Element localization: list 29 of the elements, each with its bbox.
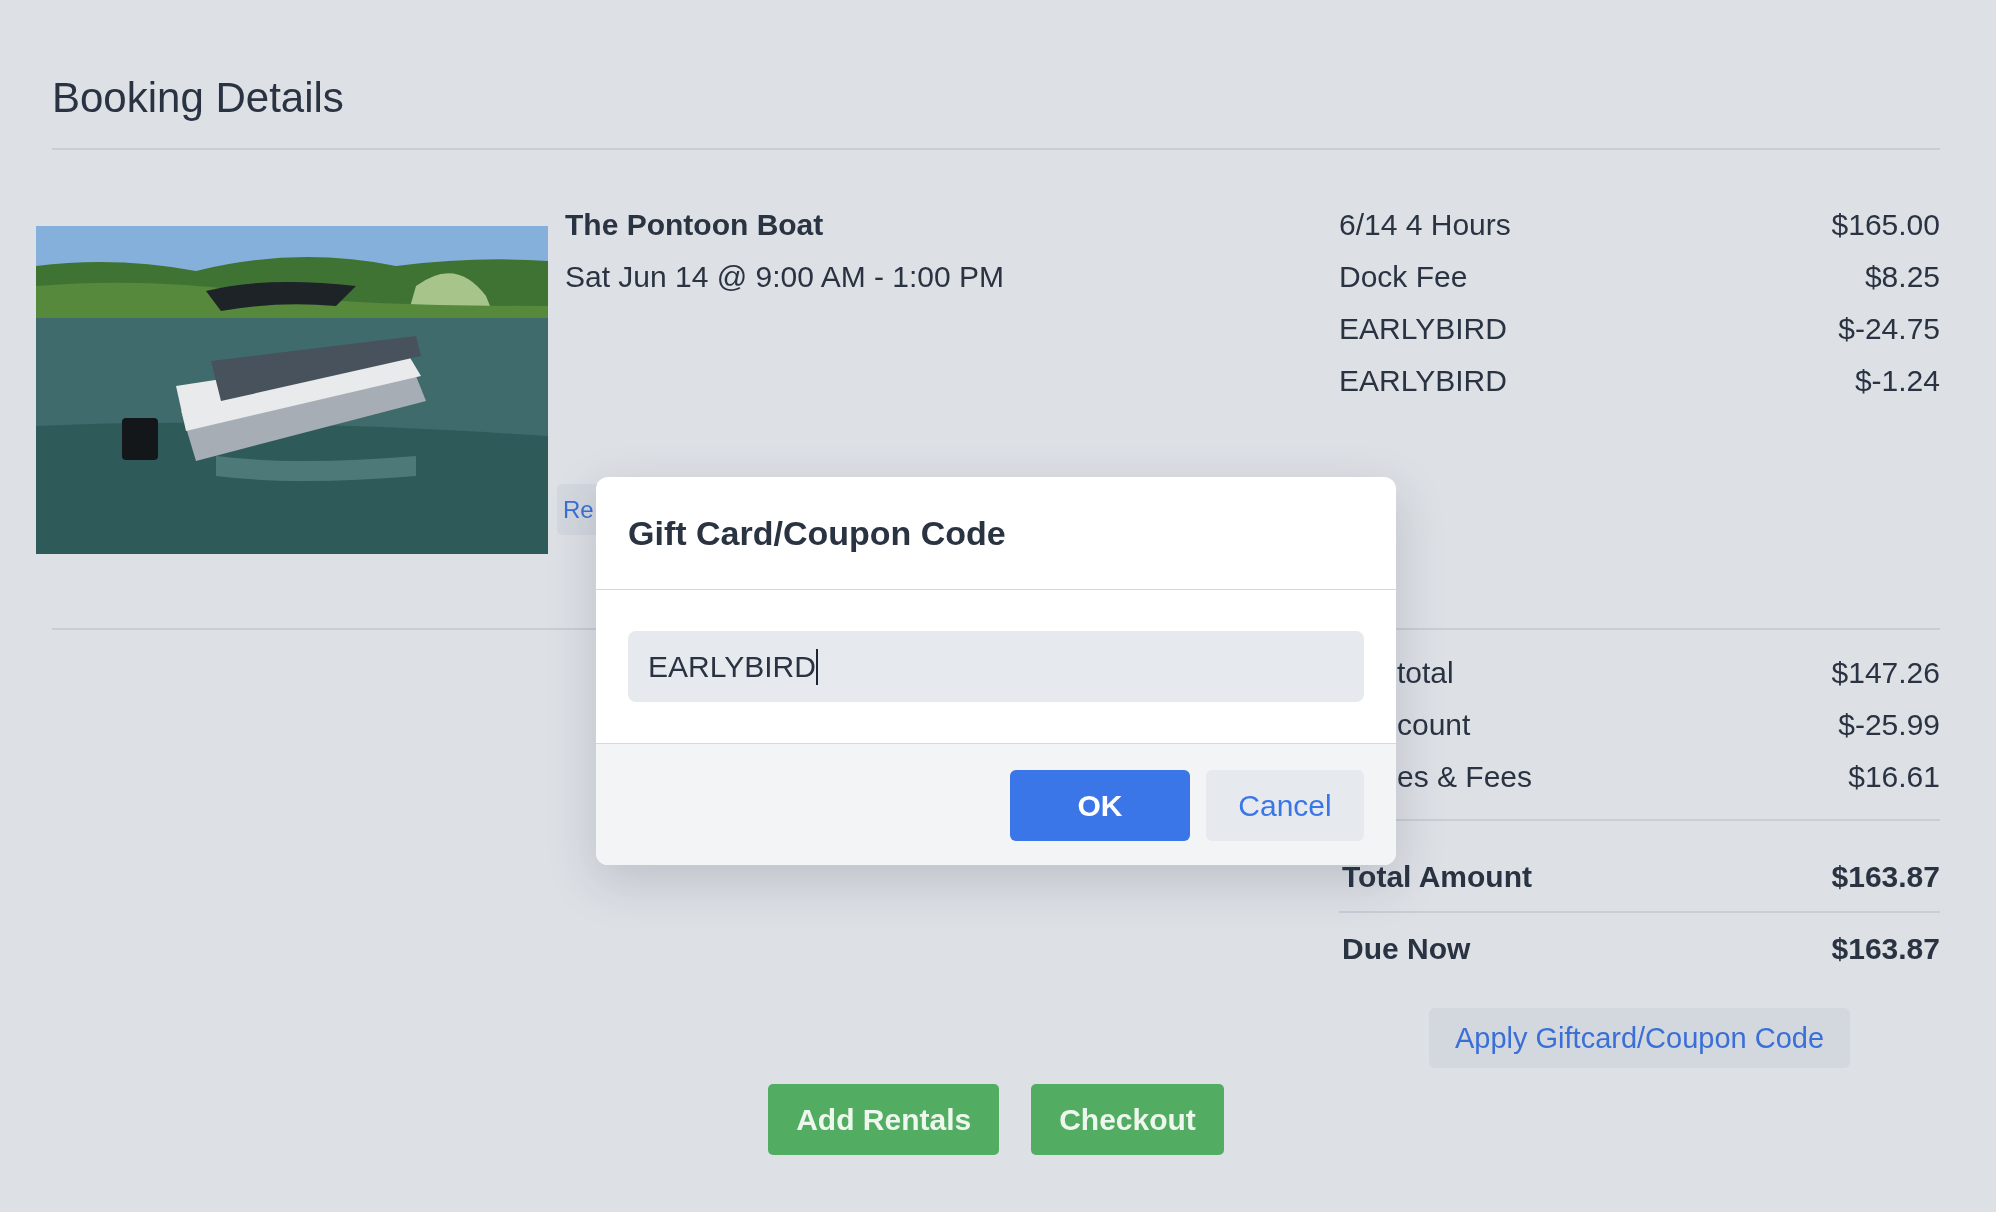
coupon-code-field[interactable]: EARLYBIRD [628,631,1364,702]
line-item-label: EARLYBIRD [1339,311,1507,347]
action-button[interactable]: Checkout [1031,1084,1224,1155]
cancel-button[interactable]: Cancel [1206,770,1364,841]
summary-amount: $-25.99 [1838,707,1940,743]
dialog-title: Gift Card/Coupon Code [628,513,1006,554]
summary-amount: $16.61 [1848,759,1940,795]
remove-button[interactable]: Re [557,484,598,535]
line-item-amount: $165.00 [1831,207,1940,243]
line-item-label: 6/14 4 Hours [1339,207,1511,243]
summary-label: es & Fees [1396,759,1533,795]
boat-name: The Pontoon Boat [565,207,824,243]
line-item-amount: $-24.75 [1838,311,1940,347]
summary-label: total [1396,655,1454,691]
total-label: Total Amount [1342,859,1532,895]
total-amount: $163.87 [1831,931,1940,967]
total-amount: $163.87 [1831,859,1940,895]
summary-label: count [1396,707,1471,743]
summary-amount: $147.26 [1831,655,1940,691]
booking-time: Sat Jun 14 @ 9:00 AM - 1:00 PM [565,259,1004,295]
line-item-amount: $8.25 [1864,259,1940,295]
total-label: Due Now [1342,931,1471,967]
apply-coupon-button[interactable]: Apply Giftcard/Coupon Code [1428,1008,1851,1068]
page-title: Booking Details [52,73,345,123]
action-button[interactable]: Add Rentals [768,1084,1000,1155]
line-item-label: Dock Fee [1339,259,1468,295]
ok-button[interactable]: OK [1010,770,1190,841]
line-item-amount: $-1.24 [1854,363,1940,399]
line-item-label: EARLYBIRD [1339,363,1507,399]
